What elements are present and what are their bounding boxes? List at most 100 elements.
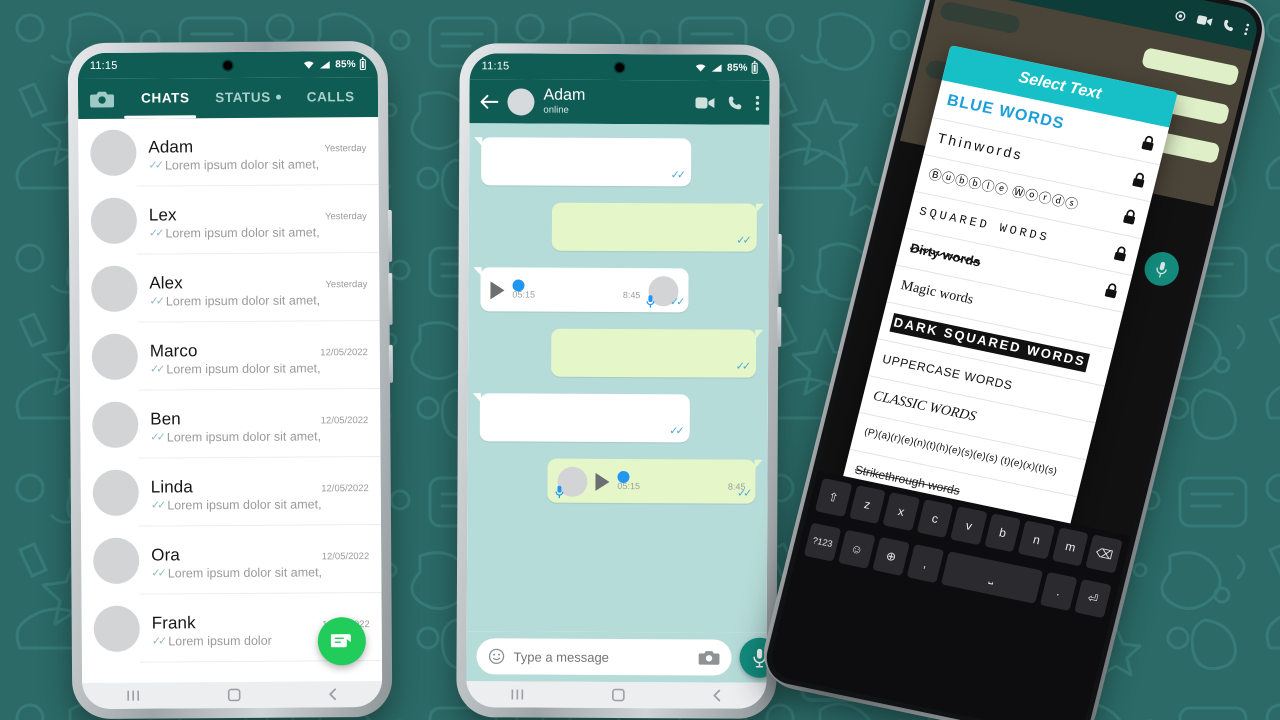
phone2-power-button[interactable] xyxy=(777,306,782,347)
chat-name: Adam xyxy=(148,136,194,157)
home-icon[interactable] xyxy=(227,688,241,702)
key-b[interactable]: b xyxy=(984,513,1022,553)
lock-icon[interactable] xyxy=(1112,245,1128,262)
phone1-volume-down-button[interactable] xyxy=(388,272,393,325)
tab-chats[interactable]: CHATS xyxy=(124,90,207,108)
key-z[interactable]: z xyxy=(848,484,886,524)
overflow-menu-icon[interactable] xyxy=(1244,23,1250,36)
key-shift[interactable]: ⇧ xyxy=(814,477,853,517)
avatar xyxy=(90,197,138,244)
phone2-clock: 11:15 xyxy=(481,60,510,73)
read-ticks-icon: ✓✓ xyxy=(736,234,749,247)
phone1-power-button[interactable] xyxy=(388,344,394,383)
back-arrow-icon[interactable] xyxy=(479,94,499,109)
key-n[interactable]: n xyxy=(1017,520,1056,560)
read-ticks-icon: ✓✓ xyxy=(669,296,683,309)
new-chat-fab[interactable] xyxy=(317,617,366,666)
tab-calls-label: CALLS xyxy=(306,88,355,104)
message-bubble-outgoing[interactable]: ✓✓ xyxy=(551,202,764,252)
chat-list[interactable]: Adam Yesterday ✓✓ Lorem ipsum dolor sit a… xyxy=(78,116,383,684)
voice-message-incoming[interactable]: 05:15 8:45 ✓✓ xyxy=(473,267,689,313)
chat-list-item[interactable]: Lex Yesterday ✓✓ Lorem ipsum dolor sit am… xyxy=(79,185,380,255)
lock-icon[interactable] xyxy=(1140,134,1156,151)
video-call-icon[interactable] xyxy=(695,96,715,109)
overflow-menu-icon[interactable] xyxy=(755,95,760,111)
phone2-volume-button[interactable] xyxy=(777,233,782,294)
key-v[interactable]: v xyxy=(950,506,988,546)
chat-name: Ora xyxy=(151,544,180,565)
phone2-battery-percent: 85% xyxy=(726,62,748,74)
key-x[interactable]: x xyxy=(882,492,920,532)
home-icon[interactable] xyxy=(611,688,625,702)
message-bubble-incoming[interactable]: ✓✓ xyxy=(474,137,692,187)
on-screen-keyboard[interactable]: ⇧ z x c v b n m ⌫ ?123 ☺ ⊕ , ⎵ . ⏎ xyxy=(766,470,1132,720)
message-thread[interactable]: ✓✓ ✓✓ 05:15 8:45 ✓✓ ✓✓ ✓✓ 05:15 8:45 ✓✓ xyxy=(466,123,770,633)
tab-chats-label: CHATS xyxy=(141,89,190,106)
chat-preview: Lorem ipsum dolor sit amet, xyxy=(165,292,321,308)
chat-preview: Lorem ipsum dolor sit amet, xyxy=(165,224,320,240)
chat-list-item[interactable]: Ben 12/05/2022 ✓✓ Lorem ipsum dolor sit a… xyxy=(80,389,381,459)
back-icon[interactable] xyxy=(711,688,723,702)
key-enter[interactable]: ⏎ xyxy=(1074,579,1112,619)
signal-icon xyxy=(320,60,331,69)
chat-timestamp: Yesterday xyxy=(325,278,368,290)
voice-progress-thumb[interactable] xyxy=(512,278,525,292)
camera-icon[interactable] xyxy=(1173,9,1187,22)
chat-list-item[interactable]: Marco 12/05/2022 ✓✓ Lorem ipsum dolor sit… xyxy=(80,321,381,391)
lock-icon[interactable] xyxy=(1131,171,1147,188)
phone2-status-bar: 11:15 85% xyxy=(469,53,770,81)
lock-icon[interactable] xyxy=(1103,282,1119,299)
wifi-icon xyxy=(696,63,706,72)
avatar xyxy=(90,129,137,176)
camera-icon[interactable] xyxy=(90,90,115,109)
message-bubble-incoming[interactable]: ✓✓ xyxy=(472,393,690,443)
tab-calls[interactable]: CALLS xyxy=(289,89,372,107)
status-unread-dot xyxy=(275,95,281,101)
chat-list-item[interactable]: Alex Yesterday ✓✓ Lorem ipsum dolor sit a… xyxy=(79,253,380,323)
message-input-field[interactable] xyxy=(476,638,732,676)
voice-record-button[interactable] xyxy=(1140,248,1183,289)
phone-call-icon[interactable] xyxy=(727,95,742,110)
bubble-tail xyxy=(754,459,763,469)
voice-message-outgoing[interactable]: 05:15 8:45 ✓✓ xyxy=(547,458,763,504)
emoji-icon[interactable] xyxy=(488,648,505,665)
tab-status[interactable]: STATUS xyxy=(207,89,290,107)
key-m[interactable]: m xyxy=(1051,527,1090,567)
camera-icon[interactable] xyxy=(698,649,720,665)
play-icon[interactable] xyxy=(595,472,610,491)
play-icon[interactable] xyxy=(490,281,505,300)
avatar xyxy=(92,401,139,448)
phone-call-icon[interactable] xyxy=(1221,19,1236,33)
chat-timestamp: Yesterday xyxy=(324,210,367,222)
wifi-icon xyxy=(304,60,315,69)
read-ticks-icon: ✓✓ xyxy=(150,431,163,444)
key-c[interactable]: c xyxy=(916,499,954,539)
key-period[interactable]: . xyxy=(1039,571,1078,611)
message-bubble-outgoing[interactable] xyxy=(1141,47,1240,87)
phone1-volume-up-button[interactable] xyxy=(387,209,393,262)
read-ticks-icon: ✓✓ xyxy=(735,360,749,373)
chat-timestamp: Yesterday xyxy=(324,142,367,154)
key-symbols[interactable]: ?123 xyxy=(803,522,842,562)
bubble-tail xyxy=(474,137,483,147)
chat-timestamp: 12/05/2022 xyxy=(321,550,370,562)
read-ticks-icon: ✓✓ xyxy=(148,159,161,172)
voice-progress-thumb[interactable] xyxy=(617,470,630,483)
recents-icon[interactable] xyxy=(509,687,525,701)
lock-icon[interactable] xyxy=(1122,208,1138,225)
message-bubble-outgoing[interactable]: ✓✓ xyxy=(551,328,764,378)
message-placeholder xyxy=(938,0,1022,35)
back-icon[interactable] xyxy=(327,687,339,701)
key-emoji[interactable]: ☺ xyxy=(838,529,876,569)
key-comma[interactable]: , xyxy=(906,544,945,584)
chat-list-item[interactable]: Linda 12/05/2022 ✓✓ Lorem ipsum dolor sit… xyxy=(81,457,382,527)
video-call-icon[interactable] xyxy=(1196,14,1213,27)
chat-list-item[interactable]: Adam Yesterday ✓✓ Lorem ipsum dolor sit a… xyxy=(78,117,379,187)
key-globe[interactable]: ⊕ xyxy=(872,536,910,576)
contact-avatar[interactable] xyxy=(507,87,535,116)
recents-icon[interactable] xyxy=(125,689,141,703)
chat-list-item[interactable]: Ora 12/05/2022 ✓✓ Lorem ipsum dolor sit a… xyxy=(81,525,382,595)
chat-preview: Lorem ipsum dolor sit amet, xyxy=(166,360,321,376)
key-backspace[interactable]: ⌫ xyxy=(1085,534,1123,574)
message-text-input[interactable] xyxy=(513,648,690,665)
